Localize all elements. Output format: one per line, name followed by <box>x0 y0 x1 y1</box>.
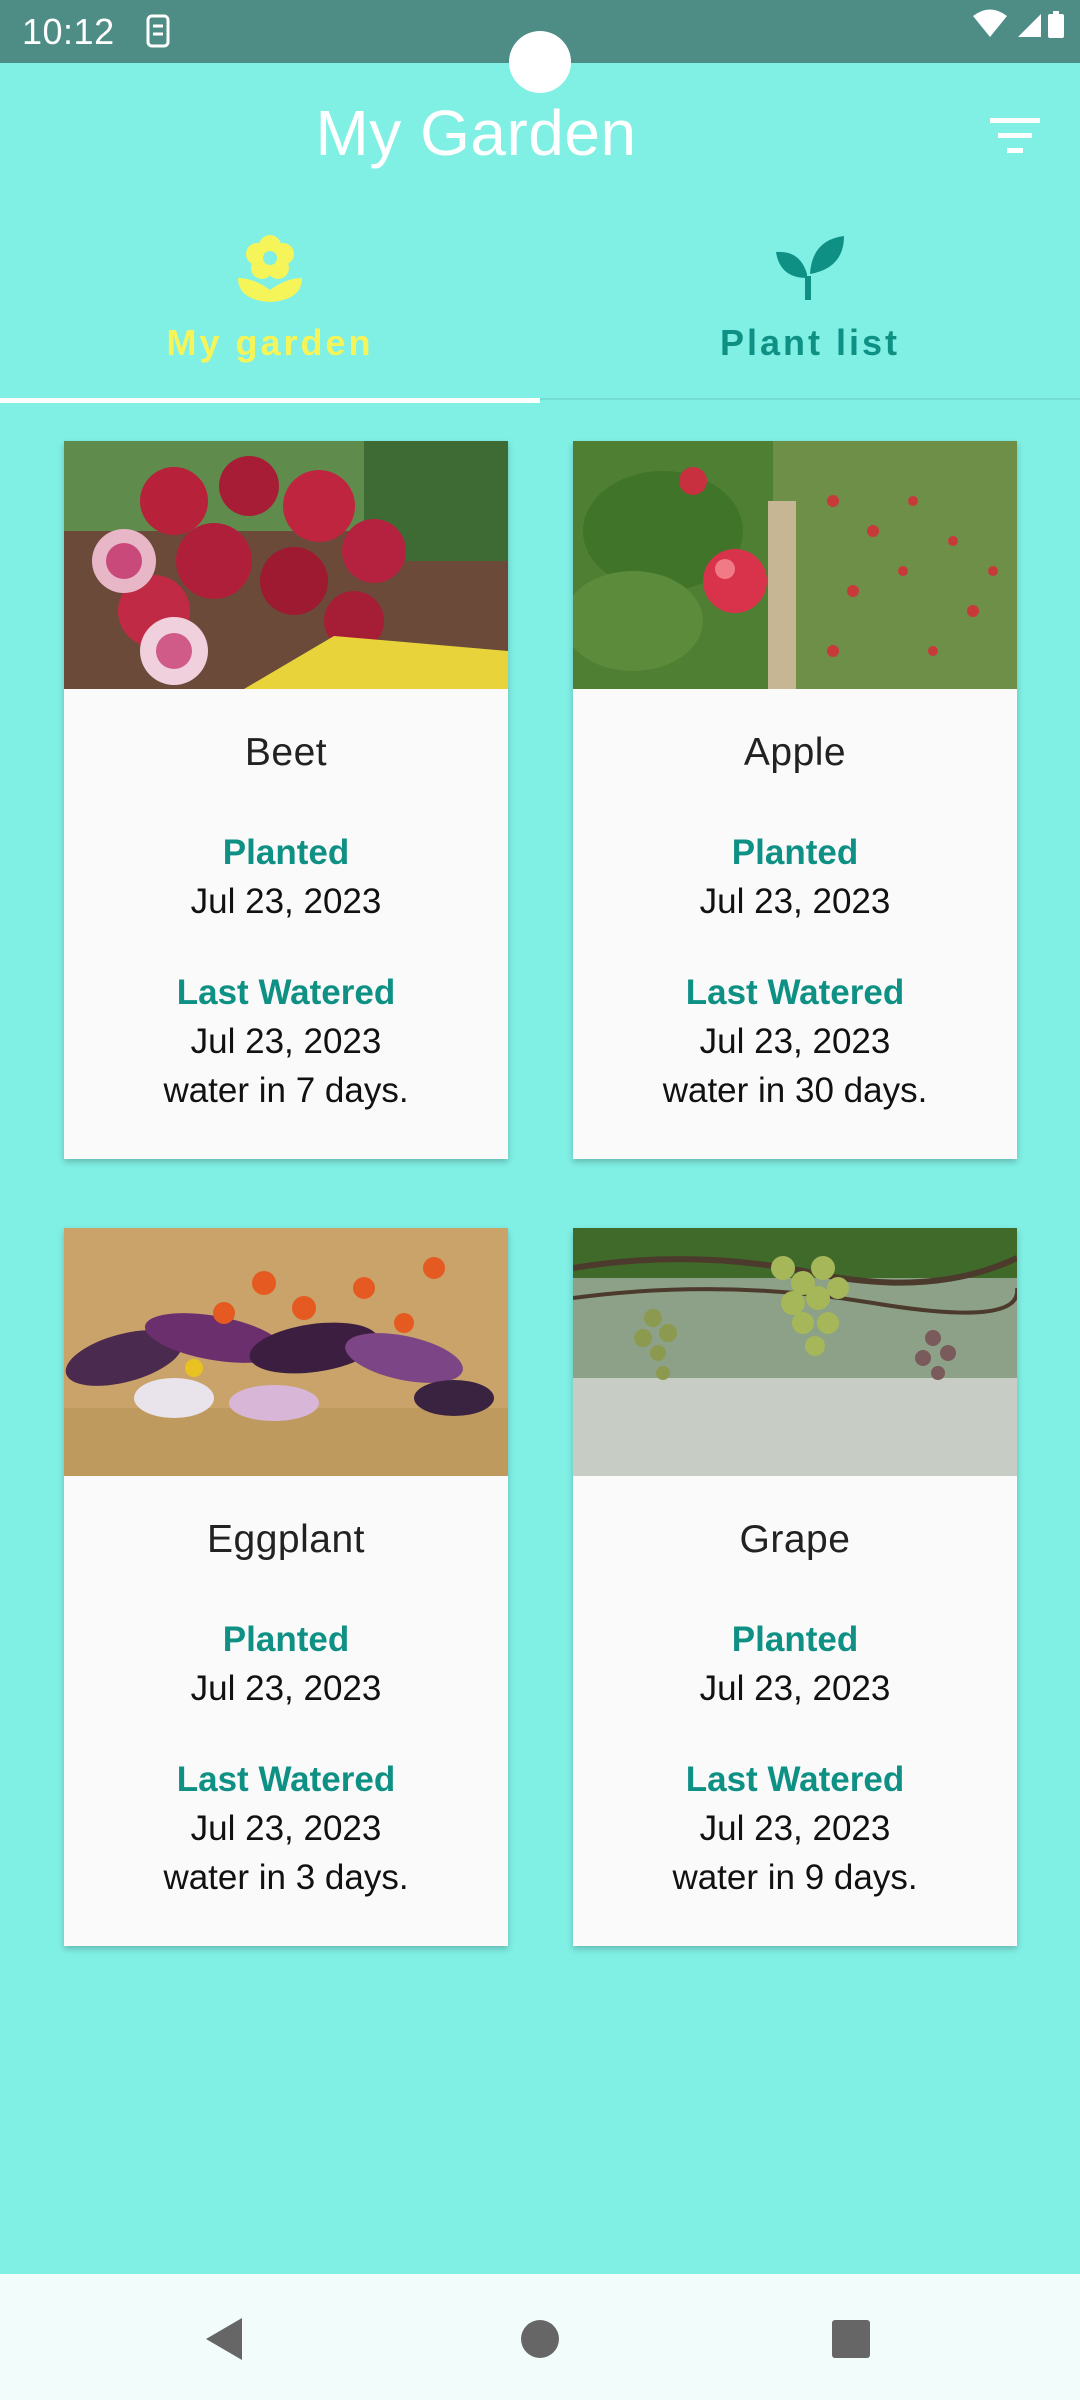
last-watered-date: Jul 23, 2023 <box>699 1022 891 1061</box>
water-in-text: water in 7 days. <box>163 1071 409 1110</box>
plant-card-eggplant[interactable]: Eggplant Planted Jul 23, 2023 Last Water… <box>64 1228 508 1946</box>
plant-card-beet[interactable]: Beet Planted Jul 23, 2023 Last Watered J… <box>64 441 508 1159</box>
last-watered-label: Last Watered <box>176 973 396 1012</box>
back-triangle-icon[interactable] <box>200 2314 250 2364</box>
eggplants-photo <box>64 1228 508 1476</box>
planted-date: Jul 23, 2023 <box>190 882 382 921</box>
grapes-photo <box>573 1228 1017 1476</box>
tab-indicator <box>0 398 540 403</box>
beets-photo <box>64 441 508 689</box>
planted-date: Jul 23, 2023 <box>699 882 891 921</box>
water-in-text: water in 30 days. <box>662 1071 928 1110</box>
last-watered-label: Last Watered <box>176 1760 396 1799</box>
planted-label: Planted <box>731 833 859 872</box>
planted-date: Jul 23, 2023 <box>699 1669 891 1708</box>
tab-plant-list[interactable]: Plant list <box>540 210 1080 400</box>
water-in-text: water in 9 days. <box>672 1858 918 1897</box>
tab-label: Plant list <box>719 322 901 363</box>
water-in-text: water in 3 days. <box>163 1858 409 1897</box>
sprout-icon <box>776 236 844 300</box>
planted-label: Planted <box>222 1620 350 1659</box>
tab-bar: My garden Plant list <box>0 210 1080 403</box>
status-time: 10:12 <box>22 11 115 52</box>
flower-icon <box>238 235 302 302</box>
battery-icon <box>1048 11 1064 38</box>
planted-date: Jul 23, 2023 <box>190 1669 382 1708</box>
last-watered-date: Jul 23, 2023 <box>190 1809 382 1848</box>
last-watered-date: Jul 23, 2023 <box>699 1809 891 1848</box>
plant-name: Eggplant <box>207 1518 365 1561</box>
planted-label: Planted <box>222 833 350 872</box>
last-watered-label: Last Watered <box>685 973 905 1012</box>
signal-icon <box>1018 14 1041 37</box>
last-watered-label: Last Watered <box>685 1760 905 1799</box>
home-circle-icon[interactable] <box>515 2314 565 2364</box>
tab-label: My garden <box>166 322 374 363</box>
plant-name: Grape <box>739 1518 851 1561</box>
plant-name: Apple <box>743 731 847 774</box>
plant-card-apple[interactable]: Apple Planted Jul 23, 2023 Last Watered … <box>573 441 1017 1159</box>
recents-square-icon[interactable] <box>826 2314 876 2364</box>
plant-name: Beet <box>244 731 328 774</box>
apple-tree-photo <box>573 441 1017 689</box>
planted-label: Planted <box>731 1620 859 1659</box>
filter-list-icon[interactable] <box>984 108 1050 164</box>
tab-my-garden[interactable]: My garden <box>0 210 540 403</box>
last-watered-date: Jul 23, 2023 <box>190 1022 382 1061</box>
navigation-bar <box>0 2274 1080 2400</box>
plant-card-grape[interactable]: Grape Planted Jul 23, 2023 Last Watered … <box>573 1228 1017 1946</box>
wifi-icon <box>973 9 1007 37</box>
status-icons <box>973 9 1064 38</box>
page-title: My Garden <box>315 97 637 169</box>
camera-cutout <box>509 31 571 93</box>
sim-card-icon <box>146 14 170 48</box>
